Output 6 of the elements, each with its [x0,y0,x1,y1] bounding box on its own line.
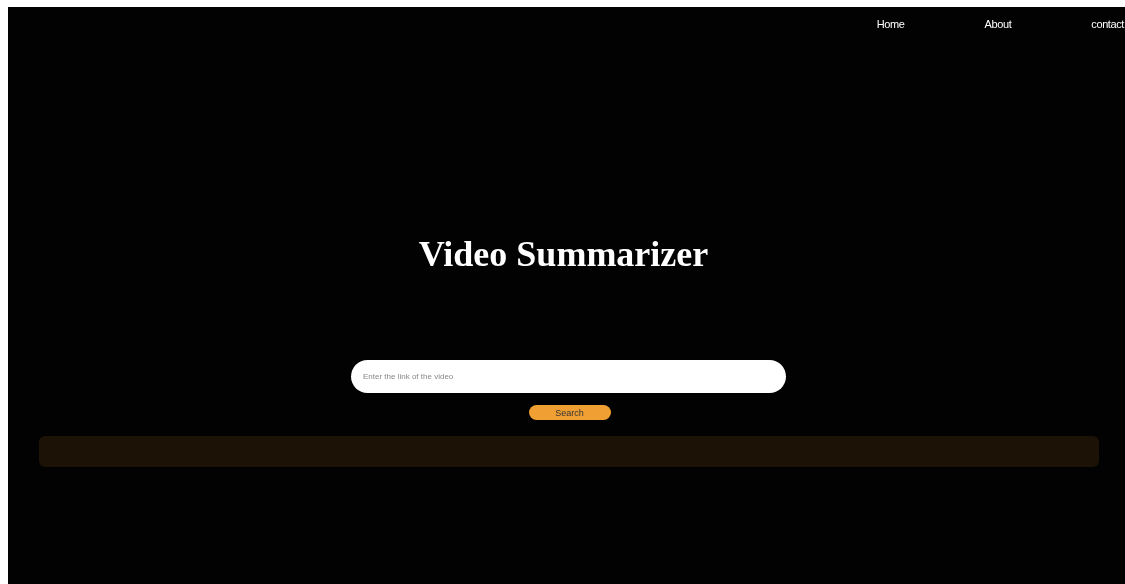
link-input-field[interactable]: Enter the link of the video [351,360,786,393]
nav-link[interactable]: Home [876,18,905,30]
nav-link[interactable]: contact [1091,18,1124,30]
search-button[interactable]: Search [528,405,611,420]
page-title: Video Summarizer [418,233,709,275]
nav-link[interactable]: About [984,18,1012,30]
